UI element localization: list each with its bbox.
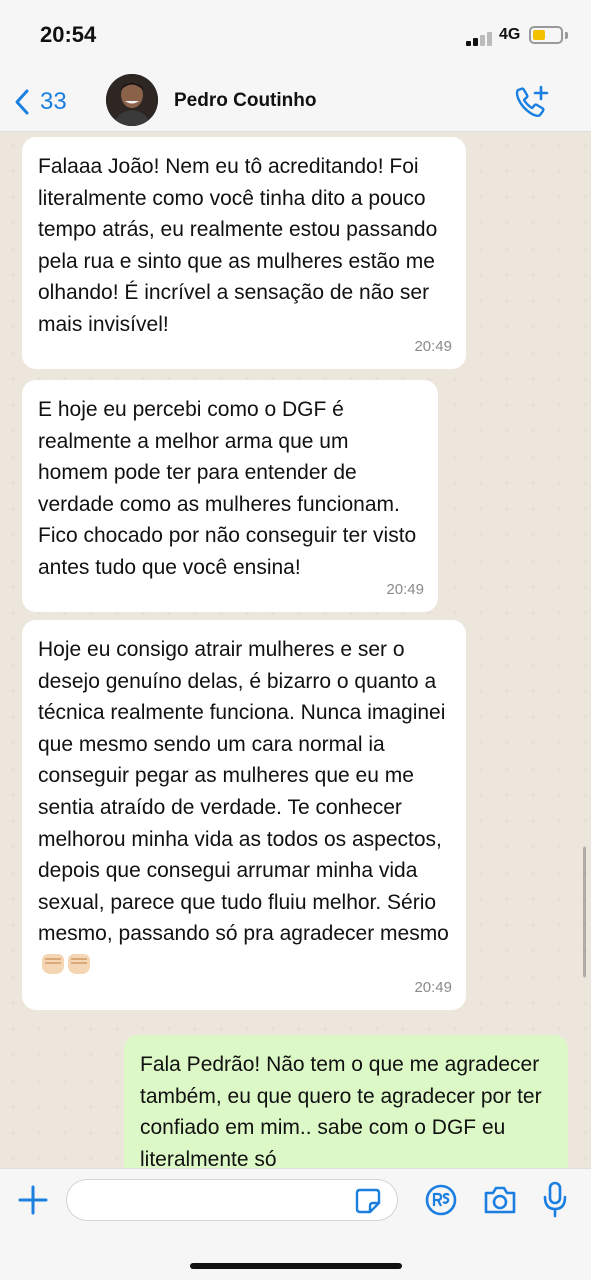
chevron-left-icon [14, 88, 30, 116]
fist-bump-emoji [42, 953, 64, 974]
back-count: 33 [40, 88, 67, 115]
message-bubble[interactable]: Fala Pedrão! Não tem o que me agradecer … [124, 1035, 568, 1168]
phone-plus-icon [512, 84, 550, 120]
battery-tip [565, 32, 568, 39]
sticker-button[interactable] [354, 1187, 382, 1215]
status-time: 20:54 [40, 22, 97, 47]
message-time: 20:49 [414, 337, 452, 355]
avatar[interactable] [106, 74, 158, 126]
microphone-icon [542, 1181, 568, 1219]
message-time: 20:49 [386, 580, 424, 598]
add-call-button[interactable] [512, 84, 550, 120]
message-bubble[interactable]: Falaaa João! Nem eu tô acreditando! Foi … [22, 137, 466, 369]
attach-button[interactable] [16, 1183, 50, 1217]
message-text: Falaaa João! Nem eu tô acreditando! Foi … [38, 155, 438, 336]
payment-button[interactable] [424, 1183, 458, 1217]
home-indicator[interactable] [190, 1263, 402, 1269]
fist-bump-emoji [68, 953, 90, 974]
sticker-icon [354, 1187, 382, 1215]
message-text: Hoje eu consigo atrair mulheres e ser o … [38, 638, 449, 946]
back-button[interactable]: 33 [14, 84, 67, 120]
scrollbar[interactable] [583, 847, 586, 977]
battery-icon [529, 26, 563, 44]
payment-icon [424, 1183, 458, 1217]
camera-button[interactable] [482, 1183, 518, 1217]
message-time: 20:49 [414, 978, 452, 996]
microphone-button[interactable] [542, 1181, 568, 1219]
plus-icon [16, 1183, 50, 1217]
chat-header: 33 Pedro Coutinho [0, 72, 591, 132]
message-bubble[interactable]: E hoje eu percebi como o DGF é realmente… [22, 380, 438, 612]
network-label: 4G [499, 26, 521, 43]
contact-name[interactable]: Pedro Coutinho [174, 90, 316, 112]
message-bubble[interactable]: Hoje eu consigo atrair mulheres e ser o … [22, 620, 466, 1010]
chat-area[interactable]: Falaaa João! Nem eu tô acreditando! Foi … [0, 132, 591, 1168]
camera-icon [482, 1183, 518, 1217]
message-text: E hoje eu percebi como o DGF é realmente… [38, 398, 417, 579]
signal-icon [466, 30, 494, 46]
message-input[interactable] [66, 1179, 398, 1221]
message-text: Fala Pedrão! Não tem o que me agradecer … [140, 1053, 542, 1168]
status-bar: 20:54 4G [0, 0, 591, 72]
input-bar [0, 1168, 591, 1280]
